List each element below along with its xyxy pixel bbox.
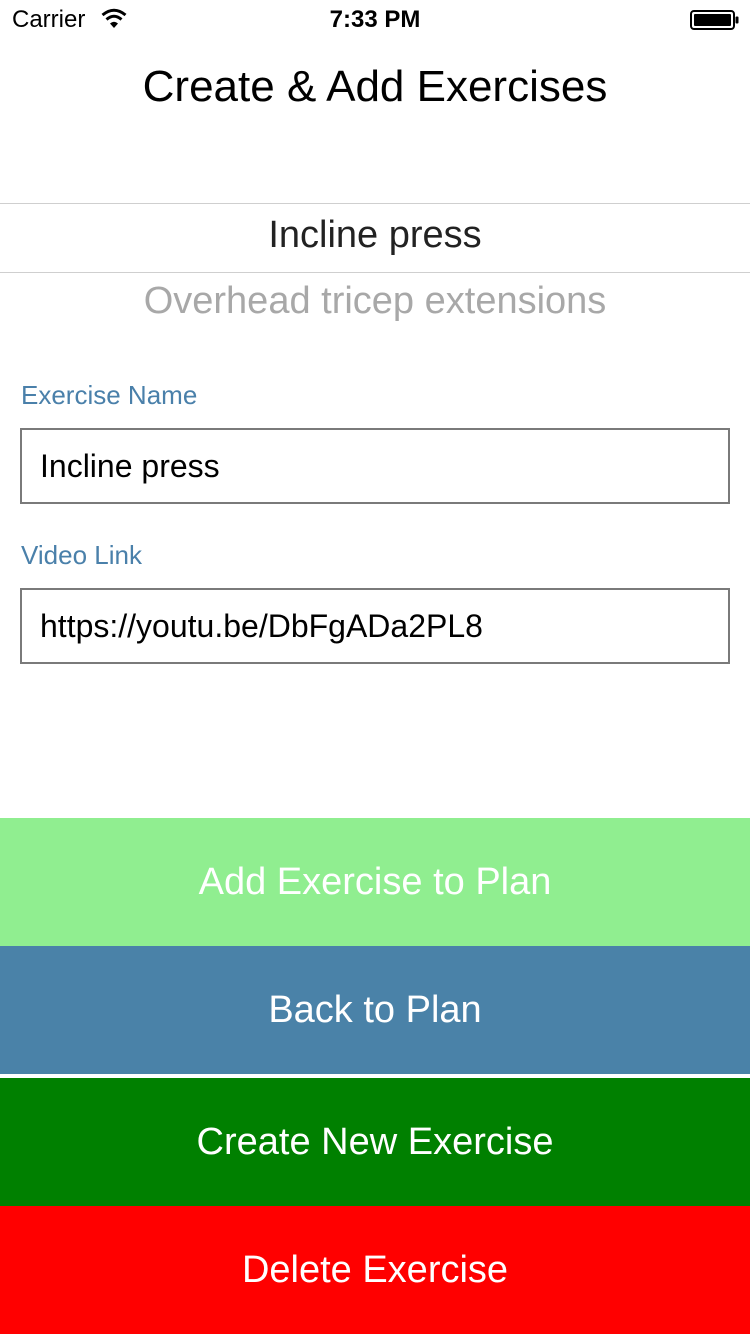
picker-next-item[interactable]: Overhead tricep extensions	[0, 280, 750, 323]
exercise-name-label: Exercise Name	[21, 380, 198, 410]
picker-divider-top	[0, 203, 750, 204]
picker-selected-item[interactable]: Incline press	[0, 214, 750, 257]
exercise-picker[interactable]: Incline press Overhead tricep extensions	[0, 150, 750, 350]
back-to-plan-button[interactable]: Back to Plan	[0, 946, 750, 1074]
add-exercise-to-plan-button[interactable]: Add Exercise to Plan	[0, 818, 750, 946]
video-link-label: Video Link	[21, 540, 142, 570]
page-title: Create & Add Exercises	[142, 62, 608, 111]
battery-icon	[690, 10, 739, 30]
delete-exercise-button[interactable]: Delete Exercise	[0, 1206, 750, 1334]
create-new-exercise-button[interactable]: Create New Exercise	[0, 1078, 750, 1206]
picker-divider-bottom	[0, 272, 750, 273]
exercise-name-field[interactable]	[20, 428, 730, 504]
status-bar: Carrier 7:33 PM	[0, 0, 750, 40]
screen: Carrier 7:33 PM Create & Add Exercises I…	[0, 0, 750, 1334]
video-link-field[interactable]	[20, 588, 730, 664]
status-time: 7:33 PM	[329, 6, 421, 33]
